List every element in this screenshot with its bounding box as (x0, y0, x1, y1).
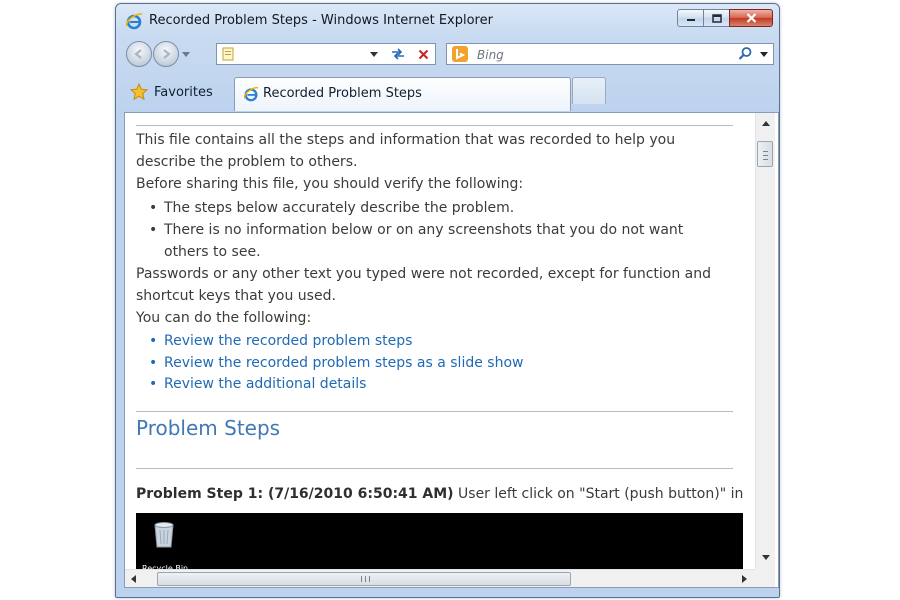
refresh-button[interactable] (387, 45, 409, 63)
favorites-button[interactable]: Favorites (130, 81, 213, 103)
link-review-details[interactable]: Review the additional details (149, 373, 366, 395)
title-bar: Recorded Problem Steps - Windows Interne… (116, 4, 779, 38)
divider (136, 411, 733, 412)
back-button[interactable] (126, 41, 152, 67)
browser-window: Recorded Problem Steps - Windows Interne… (115, 3, 780, 598)
address-bar (216, 43, 436, 65)
minimize-icon (686, 19, 695, 21)
refresh-icon (392, 48, 404, 60)
internet-explorer-logo-icon (126, 13, 143, 30)
forward-button[interactable] (153, 41, 179, 67)
document: This file contains all the steps and inf… (136, 113, 743, 569)
scroll-corner (755, 569, 775, 587)
bing-logo-icon (452, 46, 468, 62)
verify-item: The steps below accurately describe the … (149, 197, 724, 219)
link-review-steps[interactable]: Review the recorded problem steps (149, 330, 412, 352)
recent-pages-dropdown[interactable] (182, 52, 190, 57)
vertical-scrollbar[interactable] (755, 113, 775, 569)
scroll-right-arrow-icon[interactable] (742, 575, 747, 583)
passwords-note: Passwords or any other text you typed we… (136, 266, 712, 304)
horizontal-scrollbar[interactable] (125, 569, 755, 587)
forward-arrow-icon (163, 49, 171, 59)
window-title: Recorded Problem Steps - Windows Interne… (149, 13, 493, 28)
divider (136, 468, 733, 469)
intro-text: This file contains all the steps and inf… (136, 132, 676, 170)
page-icon (222, 47, 234, 61)
grip-icon (361, 576, 370, 582)
search-icon[interactable] (737, 46, 753, 62)
scroll-down-arrow-icon[interactable] (762, 555, 770, 560)
close-button[interactable] (729, 9, 773, 27)
maximize-button[interactable] (703, 9, 730, 27)
divider (136, 125, 733, 126)
verify-item: There is no information below or on any … (149, 219, 704, 263)
search-input[interactable] (475, 45, 709, 65)
grip-icon (763, 151, 768, 160)
step-description: User left click on "Start (push button)"… (458, 486, 743, 502)
favorites-label: Favorites (154, 84, 213, 100)
search-options-dropdown[interactable] (760, 52, 768, 57)
verify-intro: Before sharing this file, you should ver… (136, 176, 524, 192)
problem-steps-heading: Problem Steps (136, 416, 281, 440)
maximize-icon (711, 13, 722, 23)
address-dropdown[interactable] (370, 52, 378, 57)
internet-explorer-tab-icon (243, 87, 259, 102)
star-icon (130, 83, 148, 101)
navigation-bar (116, 38, 779, 72)
favorites-bar: Favorites Recorded Problem Steps (116, 72, 779, 112)
recycle-bin: Recycle Bin (142, 519, 189, 569)
step-label: Problem Step 1: (7/16/2010 6:50:41 AM) (136, 486, 454, 502)
can-do-text: You can do the following: (136, 310, 312, 326)
stop-icon (418, 49, 428, 59)
page-content: This file contains all the steps and inf… (124, 112, 779, 588)
close-icon (746, 13, 756, 23)
stop-button[interactable] (412, 45, 434, 63)
recycle-bin-label: Recycle Bin (142, 564, 189, 569)
minimize-button[interactable] (677, 9, 704, 27)
vertical-scroll-thumb[interactable] (757, 141, 773, 167)
link-review-slideshow[interactable]: Review the recorded problem steps as a s… (149, 352, 523, 374)
tab-recorded-problem-steps[interactable]: Recorded Problem Steps (234, 77, 571, 111)
new-tab-button[interactable] (572, 77, 606, 104)
back-arrow-icon (134, 49, 142, 59)
step-screenshot: Recycle Bin (136, 513, 743, 569)
horizontal-scroll-thumb[interactable] (157, 572, 571, 586)
tab-label: Recorded Problem Steps (263, 86, 422, 101)
scroll-up-arrow-icon[interactable] (762, 121, 770, 126)
recycle-bin-icon (154, 522, 174, 548)
search-box (446, 43, 774, 65)
caption-buttons (677, 9, 773, 29)
problem-step-1: Problem Step 1: (7/16/2010 6:50:41 AM) U… (136, 483, 743, 505)
scroll-left-arrow-icon[interactable] (131, 575, 136, 583)
